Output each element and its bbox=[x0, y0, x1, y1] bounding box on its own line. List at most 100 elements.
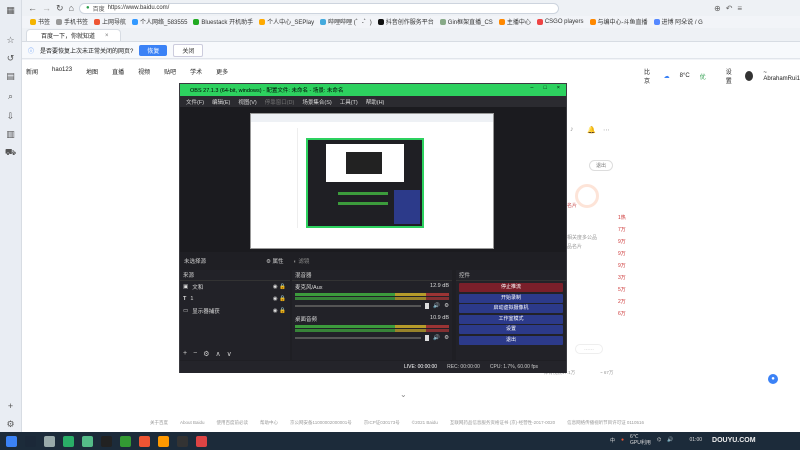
volume-icon[interactable]: 🔊 bbox=[667, 437, 673, 443]
menu-item[interactable]: 工具(T) bbox=[340, 98, 358, 106]
panel-button[interactable]: …… bbox=[575, 344, 603, 354]
footer-link[interactable]: About Baidu bbox=[180, 420, 205, 426]
weather-city[interactable]: 比京 bbox=[644, 67, 654, 85]
close-icon[interactable]: × bbox=[105, 33, 109, 39]
footer-link[interactable]: 互联网药品信息服务资格证书 (京)-经营性-2017-0020 bbox=[450, 420, 555, 426]
bookmark-icon[interactable]: ☆ bbox=[4, 34, 17, 46]
bookmark-item[interactable]: 抖音创作服务平台 bbox=[377, 17, 434, 26]
forward-icon[interactable]: → bbox=[42, 3, 51, 13]
speaker-icon[interactable]: 🔊 bbox=[433, 303, 440, 309]
visibility-eye-icon[interactable]: ◉ 🔒 bbox=[273, 308, 286, 314]
bookmark-item[interactable]: 哔哩哔哩 (゜-゜) bbox=[320, 17, 372, 26]
clock[interactable]: 01:00 bbox=[690, 437, 703, 443]
nav-link[interactable]: 地图 bbox=[86, 67, 98, 76]
add-icon[interactable]: + bbox=[4, 400, 17, 412]
footer-link[interactable]: ©2021 Baidu bbox=[412, 420, 438, 426]
footer-link[interactable]: 京ICP证030173号 bbox=[364, 420, 400, 426]
address-bar[interactable]: ● 百度 https://www.baidu.com/ bbox=[78, 2, 559, 14]
channel-settings-icon[interactable]: ⚙ bbox=[444, 335, 449, 341]
network-icon[interactable]: ⌬ bbox=[657, 437, 661, 443]
app-icon[interactable] bbox=[196, 435, 207, 447]
wechat-icon[interactable] bbox=[63, 435, 74, 447]
restore-button[interactable]: 恢复 bbox=[139, 44, 168, 56]
footer-link[interactable]: 关于百度 bbox=[150, 420, 168, 426]
browser-task-icon[interactable] bbox=[82, 435, 93, 447]
more-icon[interactable]: ≡ bbox=[737, 4, 742, 13]
obs-preview[interactable] bbox=[180, 107, 566, 252]
close-icon[interactable]: × bbox=[557, 85, 560, 91]
bookmark-item[interactable]: 与编中心-斗鱼直播 bbox=[589, 17, 648, 26]
share-icon[interactable]: ⋯ bbox=[603, 126, 610, 134]
filters-button[interactable]: ◐ 滤镜 bbox=[294, 257, 310, 265]
footer-link[interactable]: 帮助中心 bbox=[260, 420, 278, 426]
volume-slider[interactable] bbox=[295, 305, 422, 307]
tray-app-icon[interactable]: ● bbox=[621, 437, 624, 443]
visibility-eye-icon[interactable]: ◉ 🔒 bbox=[273, 284, 286, 290]
bookmark-item[interactable]: Bluestack 开机助手 bbox=[193, 17, 253, 26]
chevron-down-icon[interactable]: ⌄ bbox=[400, 390, 407, 399]
download-icon[interactable]: ⇩ bbox=[4, 110, 17, 122]
reading-icon[interactable]: ▤ bbox=[4, 70, 17, 82]
windows-start-icon[interactable] bbox=[6, 435, 17, 447]
menu-item[interactable]: 场景集合(S) bbox=[302, 98, 331, 106]
bookmark-item[interactable]: CSGO players bbox=[536, 18, 584, 25]
minimize-icon[interactable]: – bbox=[530, 85, 533, 91]
close-infobar-button[interactable]: 关闭 bbox=[173, 43, 204, 57]
slider-handle[interactable] bbox=[425, 335, 430, 341]
footer-link[interactable]: 京公网安备11000002000001号 bbox=[290, 420, 352, 426]
source-item[interactable]: ▣ 文和 ◉ 🔒 bbox=[180, 281, 290, 293]
move-up-icon[interactable]: ∧ bbox=[215, 350, 220, 358]
channel-settings-icon[interactable]: ⚙ bbox=[444, 303, 449, 309]
remove-source-icon[interactable]: − bbox=[193, 350, 197, 358]
studio-mode-button[interactable]: 工作室模式 bbox=[459, 314, 563, 324]
settings-icon[interactable]: ⚙ bbox=[4, 418, 17, 430]
bookmark-item[interactable]: 进博 阿朵说 / G bbox=[653, 17, 703, 26]
notes-icon[interactable]: ▥ bbox=[4, 128, 17, 140]
bookmark-item[interactable]: 主播中心 bbox=[498, 17, 531, 26]
app-icon[interactable] bbox=[120, 435, 131, 447]
back-icon[interactable]: ← bbox=[28, 3, 37, 13]
nav-link[interactable]: hao123 bbox=[52, 67, 72, 76]
nav-link[interactable]: 新闻 bbox=[26, 67, 38, 76]
username[interactable]: ~ AbrahamRui1 bbox=[763, 70, 800, 82]
exit-button[interactable]: 退出 bbox=[459, 335, 563, 345]
input-method[interactable]: 中 bbox=[610, 437, 615, 444]
bookmark-item[interactable]: 书签 bbox=[30, 17, 50, 26]
nav-link[interactable]: 贴吧 bbox=[164, 67, 176, 76]
source-item[interactable]: T 1 ◉ 🔒 bbox=[180, 293, 290, 305]
menu-item[interactable]: 停靠窗口(D) bbox=[265, 98, 295, 106]
volume-slider[interactable] bbox=[295, 337, 422, 339]
source-settings-icon[interactable]: ⚙ bbox=[203, 350, 209, 358]
start-recording-button[interactable]: 开始录制 bbox=[459, 293, 563, 303]
reload-icon[interactable]: ↻ bbox=[56, 3, 64, 14]
stop-streaming-button[interactable]: 停止推流 bbox=[459, 283, 563, 292]
obs-task-icon[interactable] bbox=[101, 435, 112, 447]
nav-link[interactable]: 视频 bbox=[138, 67, 150, 76]
footer-link[interactable]: 使用百度前必读 bbox=[217, 420, 249, 426]
notification-icon[interactable]: 🔔 bbox=[587, 126, 596, 134]
search-icon[interactable]: ⌕ bbox=[4, 90, 17, 102]
browser-menu-icon[interactable]: ▦ bbox=[4, 4, 17, 16]
nav-link[interactable]: 直播 bbox=[112, 67, 124, 76]
app-icon[interactable] bbox=[158, 435, 169, 447]
bookmark-item[interactable]: Gin框架直播_CS bbox=[439, 17, 493, 26]
bookmark-item[interactable]: 上网导航 bbox=[94, 17, 126, 26]
extension-icon[interactable]: ⊕ bbox=[714, 4, 721, 13]
slider-handle[interactable] bbox=[425, 303, 430, 309]
nav-link[interactable]: 学术 bbox=[190, 67, 202, 76]
menu-item[interactable]: 编辑(E) bbox=[212, 98, 230, 106]
speaker-icon[interactable]: 🔊 bbox=[433, 335, 440, 341]
nav-link[interactable]: 更多 bbox=[216, 67, 228, 76]
maximize-icon[interactable]: □ bbox=[543, 85, 546, 91]
menu-item[interactable]: 视图(V) bbox=[238, 98, 256, 106]
menu-item[interactable]: 文件(F) bbox=[186, 98, 204, 106]
app-icon[interactable] bbox=[177, 435, 188, 447]
tab-baidu[interactable]: 百度一下，你就知道 × bbox=[26, 29, 121, 41]
settings-link[interactable]: 设置 bbox=[726, 67, 736, 85]
bookmark-item[interactable]: 个人网络_583555 bbox=[132, 17, 187, 26]
menu-item[interactable]: 帮助(H) bbox=[366, 98, 385, 106]
bookmark-item[interactable]: 手机书签 bbox=[56, 17, 88, 26]
visibility-eye-icon[interactable]: ◉ 🔒 bbox=[273, 296, 286, 302]
gpu-widget[interactable]: 6℃ GPU利用 bbox=[630, 434, 651, 446]
properties-button[interactable]: ⚙ 属性 bbox=[266, 257, 283, 265]
